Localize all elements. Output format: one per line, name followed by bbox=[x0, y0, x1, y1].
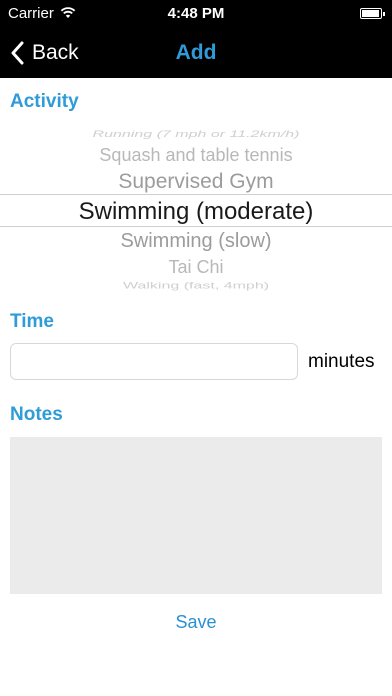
notes-label: Notes bbox=[10, 404, 63, 425]
picker-selection-top-line bbox=[0, 194, 392, 195]
activity-label: Activity bbox=[10, 91, 79, 112]
status-bar: Carrier 4:48 PM bbox=[0, 0, 392, 28]
picker-option[interactable]: Walking (fast, 4mph) bbox=[0, 281, 392, 292]
page-title: Add bbox=[175, 41, 217, 64]
status-time: 4:48 PM bbox=[167, 5, 225, 22]
picker-option-selected[interactable]: Swimming (moderate) bbox=[0, 198, 392, 226]
picker-option[interactable]: Tai Chi bbox=[0, 257, 392, 278]
battery-icon bbox=[360, 8, 385, 19]
picker-selection-bottom-line bbox=[0, 226, 392, 227]
save-button[interactable]: Save bbox=[0, 612, 392, 633]
activity-picker[interactable]: Running (7 mph or 11.2km/h) Squash and t… bbox=[0, 122, 392, 294]
time-input[interactable] bbox=[10, 343, 298, 380]
picker-option[interactable]: Supervised Gym bbox=[0, 170, 392, 194]
minutes-unit-label: minutes bbox=[308, 351, 375, 372]
navigation-bar: Back Add bbox=[0, 28, 392, 78]
picker-option[interactable]: Running (7 mph or 11.2km/h) bbox=[0, 130, 392, 140]
picker-option[interactable]: Squash and table tennis bbox=[0, 145, 392, 166]
notes-textarea[interactable] bbox=[10, 437, 382, 594]
time-label: Time bbox=[10, 311, 55, 332]
picker-option[interactable]: Swimming (slow) bbox=[0, 230, 392, 253]
